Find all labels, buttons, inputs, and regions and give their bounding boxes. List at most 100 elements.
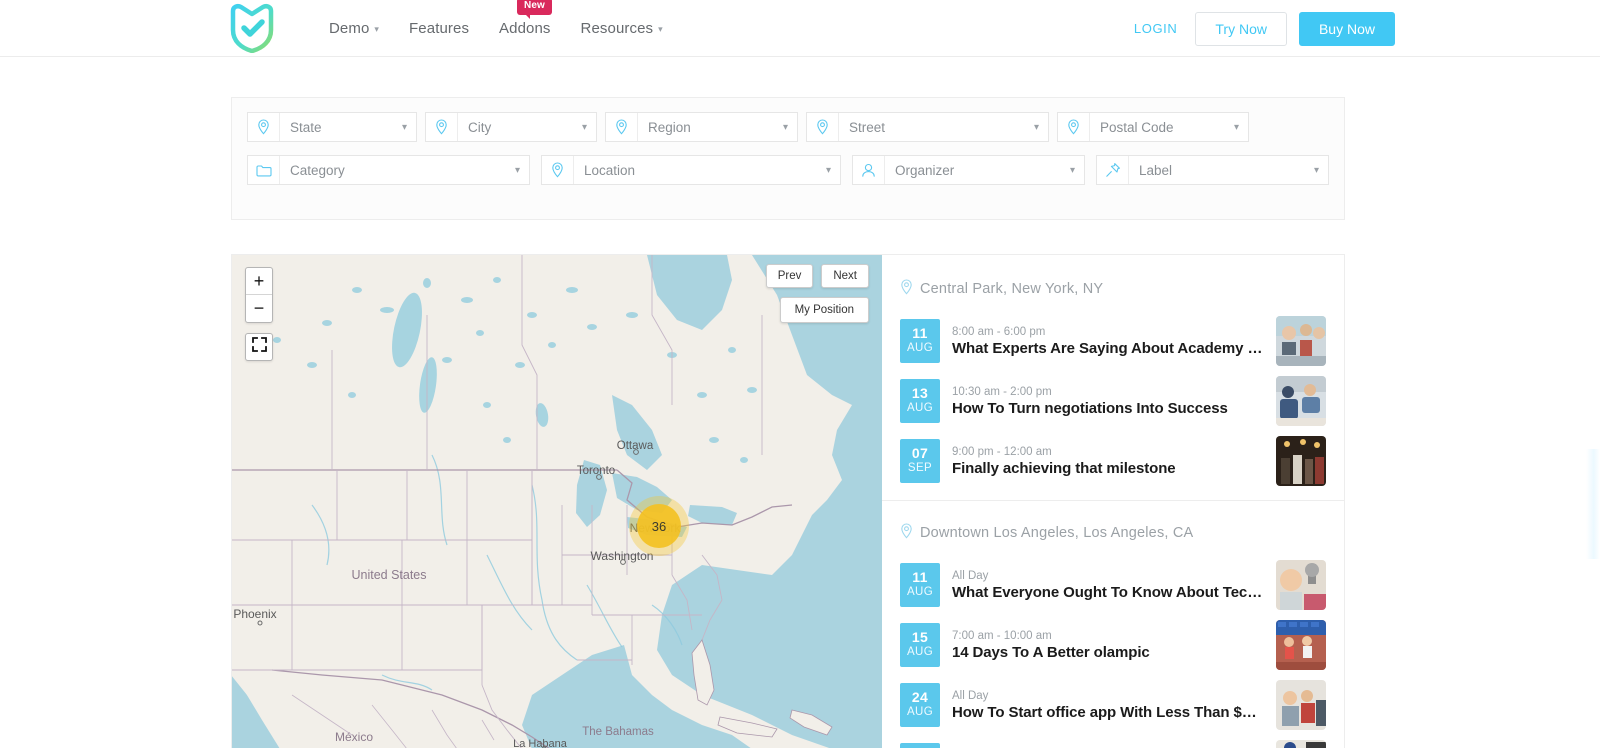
nav-item-features[interactable]: Features bbox=[409, 20, 469, 37]
event-title[interactable]: Finally achieving that milestone bbox=[952, 460, 1264, 477]
event-date-badge: 07 SEP bbox=[900, 439, 940, 483]
map-pin-icon bbox=[807, 113, 839, 141]
event-time: 8:00 am - 6:00 pm bbox=[952, 325, 1046, 338]
chevron-down-icon: ▾ bbox=[1313, 164, 1319, 176]
main-navigation: Demo ▾ Features New Addons Resources ▾ bbox=[329, 0, 663, 57]
chevron-down-icon: ▾ bbox=[374, 24, 380, 34]
event-thumbnail[interactable] bbox=[1276, 376, 1326, 426]
map-pin-icon bbox=[900, 523, 913, 543]
site-header: Demo ▾ Features New Addons Resources ▾ L… bbox=[0, 0, 1600, 57]
event-month: SEP bbox=[907, 462, 933, 475]
event-thumbnail[interactable] bbox=[1276, 740, 1326, 748]
filter-city[interactable]: City ▾ bbox=[425, 112, 597, 142]
brand-shield-check-logo[interactable] bbox=[228, 3, 276, 54]
map-fullscreen-button[interactable] bbox=[245, 333, 273, 361]
event-thumbnail[interactable] bbox=[1276, 680, 1326, 730]
event-body: All Day What Everyone Ought To Know Abou… bbox=[952, 570, 1264, 601]
event-date-badge: 28 AUG bbox=[900, 743, 940, 748]
fullscreen-icon bbox=[251, 337, 267, 357]
event-month: AUG bbox=[906, 342, 934, 355]
event-body: 10:30 am - 2:00 pm How To Turn negotiati… bbox=[952, 386, 1264, 417]
events-list[interactable]: Central Park, New York, NY 11 AUG 8:00 a… bbox=[882, 255, 1344, 748]
svg-text:México: México bbox=[335, 730, 373, 744]
chevron-down-icon: ▾ bbox=[1069, 164, 1075, 176]
event-title[interactable]: What Everyone Ought To Know About Techno… bbox=[952, 584, 1264, 601]
event-title[interactable]: How To Start office app With Less Than $… bbox=[952, 704, 1264, 721]
nav-item-label: Addons bbox=[499, 20, 551, 37]
chevron-down-icon: ▾ bbox=[514, 164, 520, 176]
filter-category[interactable]: Category ▾ bbox=[247, 155, 530, 185]
event-thumbnail[interactable] bbox=[1276, 560, 1326, 610]
map-my-position-button[interactable]: My Position bbox=[779, 297, 869, 323]
map-pin-icon bbox=[606, 113, 638, 141]
event-title[interactable]: 14 Days To A Better olampic bbox=[952, 644, 1264, 661]
event-date-badge: 11 AUG bbox=[900, 563, 940, 607]
event-thumbnail[interactable] bbox=[1276, 436, 1326, 486]
filter-state[interactable]: State ▾ bbox=[247, 112, 417, 142]
new-badge: New bbox=[517, 0, 552, 19]
chevron-down-icon: ▾ bbox=[1233, 121, 1239, 133]
filter-postal-code[interactable]: Postal Code ▾ bbox=[1057, 112, 1249, 142]
person-icon bbox=[853, 156, 885, 184]
chevron-down-icon: ▾ bbox=[658, 24, 663, 34]
event-date-badge: 13 AUG bbox=[900, 379, 940, 423]
map-prev-button[interactable]: Prev bbox=[765, 264, 814, 288]
list-item[interactable]: 15 AUG 7:00 am - 10:00 am 14 Days To A B… bbox=[900, 620, 1326, 670]
event-body: 8:00 am - 6:00 pm What Experts Are Sayin… bbox=[952, 326, 1264, 357]
chevron-down-icon: ▾ bbox=[782, 121, 788, 133]
filter-label: Organizer bbox=[895, 162, 955, 178]
buy-now-button[interactable]: Buy Now bbox=[1298, 11, 1395, 46]
filter-label: Street bbox=[849, 119, 886, 135]
event-day: 07 bbox=[911, 445, 929, 462]
nav-item-resources[interactable]: Resources ▾ bbox=[581, 20, 663, 37]
event-map[interactable]: Ottawa Toronto New York Washington Phoen… bbox=[232, 255, 882, 748]
filter-label: State bbox=[290, 119, 322, 135]
map-marker-cluster[interactable]: 36 bbox=[629, 496, 689, 556]
list-item[interactable]: 11 AUG 8:00 am - 6:00 pm What Experts Ar… bbox=[900, 316, 1326, 366]
location-header: Central Park, New York, NY bbox=[900, 279, 1326, 299]
filter-label-field[interactable]: Label ▾ bbox=[1096, 155, 1329, 185]
nav-item-addons[interactable]: New Addons bbox=[499, 0, 552, 37]
filter-label: Postal Code bbox=[1100, 119, 1174, 135]
map-pin-icon bbox=[900, 279, 913, 299]
map-zoom-in-button[interactable]: + bbox=[246, 268, 272, 295]
event-title[interactable]: How To Turn negotiations Into Success bbox=[952, 400, 1264, 417]
event-time: All Day bbox=[952, 569, 989, 582]
list-item[interactable]: 13 AUG 10:30 am - 2:00 pm How To Turn ne… bbox=[900, 376, 1326, 426]
map-next-button[interactable]: Next bbox=[821, 264, 869, 288]
list-item[interactable]: 24 AUG All Day How To Start office app W… bbox=[900, 680, 1326, 730]
filter-label: Category bbox=[290, 162, 345, 178]
list-item[interactable]: 07 SEP 9:00 pm - 12:00 am Finally achiev… bbox=[900, 436, 1326, 486]
filter-region[interactable]: Region ▾ bbox=[605, 112, 798, 142]
login-link[interactable]: LOGIN bbox=[1134, 21, 1177, 36]
event-body: 7:00 am - 10:00 am 14 Days To A Better o… bbox=[952, 630, 1264, 661]
event-day: 24 bbox=[911, 689, 929, 706]
nav-item-demo[interactable]: Demo ▾ bbox=[329, 20, 379, 37]
filter-row-secondary: Category ▾ Location ▾ Organizer ▾ Label … bbox=[247, 155, 1329, 185]
header-actions: LOGIN Try Now Buy Now bbox=[1134, 0, 1395, 57]
list-item[interactable]: 28 AUG All Day Learning Solutions bbox=[900, 740, 1326, 748]
event-time: All Day bbox=[952, 689, 989, 702]
filter-street[interactable]: Street ▾ bbox=[806, 112, 1049, 142]
map-pagination-controls: Prev Next bbox=[765, 264, 869, 288]
event-title[interactable]: What Experts Are Saying About Academy Ca… bbox=[952, 340, 1264, 357]
filter-row-primary: State ▾ City ▾ Region ▾ Street ▾ Postal … bbox=[247, 112, 1249, 142]
map-pin-icon bbox=[426, 113, 458, 141]
event-time: 9:00 pm - 12:00 am bbox=[952, 445, 1052, 458]
cluster-count: 36 bbox=[637, 504, 681, 548]
event-thumbnail[interactable] bbox=[1276, 620, 1326, 670]
location-section: Downtown Los Angeles, Los Angeles, CA 11… bbox=[882, 500, 1344, 748]
chevron-down-icon: ▾ bbox=[581, 121, 587, 133]
svg-text:Phoenix: Phoenix bbox=[233, 607, 276, 621]
event-date-badge: 15 AUG bbox=[900, 623, 940, 667]
filter-location[interactable]: Location ▾ bbox=[541, 155, 841, 185]
map-canvas: Ottawa Toronto New York Washington Phoen… bbox=[232, 255, 882, 748]
list-item[interactable]: 11 AUG All Day What Everyone Ought To Kn… bbox=[900, 560, 1326, 610]
event-thumbnail[interactable] bbox=[1276, 316, 1326, 366]
try-now-button[interactable]: Try Now bbox=[1195, 11, 1287, 46]
filter-organizer[interactable]: Organizer ▾ bbox=[852, 155, 1085, 185]
filter-panel: State ▾ City ▾ Region ▾ Street ▾ Postal … bbox=[231, 97, 1345, 220]
map-zoom-out-button[interactable]: − bbox=[246, 295, 272, 322]
events-map-panel: Ottawa Toronto New York Washington Phoen… bbox=[231, 254, 1345, 748]
event-day: 15 bbox=[911, 629, 929, 646]
